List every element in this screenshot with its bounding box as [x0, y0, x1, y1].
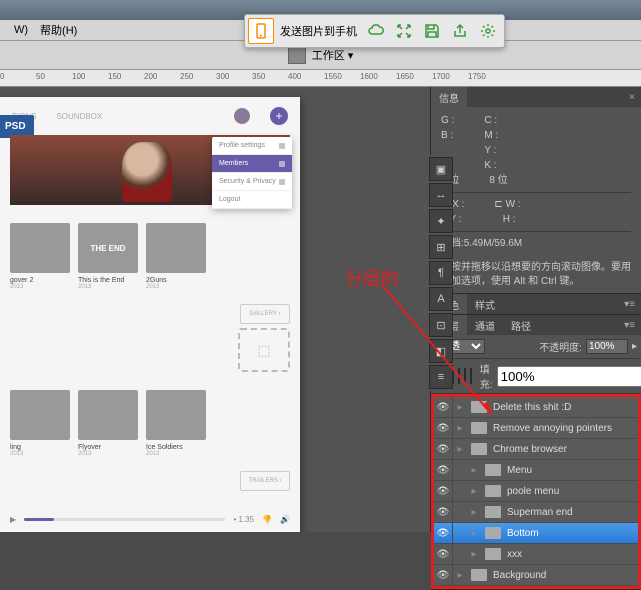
player-time: • 1.35: [233, 515, 254, 524]
avatar: [234, 108, 250, 124]
nav-item: SOUNDBOX: [56, 112, 102, 121]
folder-icon: [485, 527, 501, 539]
folder-icon: [485, 548, 501, 560]
movie-card: gover 22013: [10, 223, 70, 290]
info-bits2: 8 位: [489, 173, 507, 188]
color-panel: 颜色 样式 ▾≡: [431, 294, 641, 315]
layer-row[interactable]: 👁▸xxx: [434, 544, 638, 565]
dropdown-item: Members: [212, 155, 292, 173]
visibility-icon[interactable]: 👁: [434, 502, 453, 522]
fill-label: 填充:: [480, 361, 493, 391]
layers-list[interactable]: 👁▸Delete this shit :D👁▸Remove annoying p…: [431, 394, 641, 589]
folder-icon: [471, 569, 487, 581]
ruler-horizontal: 0501001502002503003504001550160016501700…: [0, 70, 641, 87]
tool-icon[interactable]: ↔: [429, 183, 453, 207]
opacity-input[interactable]: [586, 339, 628, 354]
tool-icon[interactable]: ✦: [429, 209, 453, 233]
layer-row[interactable]: 👁▸Menu: [434, 460, 638, 481]
trailers-button: TRAILERS ›: [240, 471, 290, 491]
panel-close-icon[interactable]: ×: [623, 92, 641, 103]
floating-toolbar[interactable]: 发送图片到手机: [244, 14, 505, 48]
visibility-icon[interactable]: 👁: [434, 397, 453, 417]
send-to-phone-label[interactable]: 发送图片到手机: [276, 23, 361, 39]
folder-icon: [485, 464, 501, 476]
lock-all-icon[interactable]: [470, 368, 472, 384]
visibility-icon[interactable]: 👁: [434, 460, 453, 480]
gear-icon[interactable]: [475, 18, 501, 44]
workspace-label[interactable]: 工作区 ▾: [312, 47, 354, 63]
menu-w[interactable]: W): [8, 24, 34, 36]
movie-card: Ice Soldiers2013: [146, 390, 206, 457]
plus-button: +: [270, 107, 288, 125]
annotation-text: 分层的: [345, 265, 399, 291]
main-area: PSD TIONS SOUNDBOX + Profile settingsMem…: [0, 87, 641, 532]
folder-icon: [471, 422, 487, 434]
lock-pos-icon[interactable]: [464, 368, 466, 384]
dropdown-item: Security & Privacy: [212, 173, 292, 191]
save-icon[interactable]: [419, 18, 445, 44]
movie-card: THE ENDThis is the End2013: [78, 223, 138, 290]
lock-pixel-icon[interactable]: [458, 368, 460, 384]
visibility-icon[interactable]: 👁: [434, 565, 453, 585]
tool-icon[interactable]: ⊞: [429, 235, 453, 259]
psd-document: PSD TIONS SOUNDBOX + Profile settingsMem…: [0, 97, 300, 532]
info-doc-size: 文档:5.49M/59.6M: [441, 231, 631, 251]
tool-icon[interactable]: ◧: [429, 339, 453, 363]
mock-nav: TIONS SOUNDBOX +: [0, 97, 300, 135]
tool-icon[interactable]: A: [429, 287, 453, 311]
canvas[interactable]: PSD TIONS SOUNDBOX + Profile settingsMem…: [0, 87, 430, 532]
visibility-icon[interactable]: 👁: [434, 544, 453, 564]
layer-row[interactable]: 👁▸Background: [434, 565, 638, 586]
tab-paths[interactable]: 路径: [503, 315, 539, 335]
tool-icon[interactable]: ⊡: [429, 313, 453, 337]
cloud-icon[interactable]: [363, 18, 389, 44]
visibility-icon[interactable]: 👁: [434, 481, 453, 501]
profile-dropdown: Profile settingsMembersSecurity & Privac…: [212, 137, 292, 209]
movie-card: ling2013: [10, 390, 70, 457]
expand-icon[interactable]: [391, 18, 417, 44]
tab-channels[interactable]: 通道: [467, 315, 503, 335]
info-panel: 信息 × G :B :C :M :Y :K : 8 位8 位 ✛ X : Y :…: [431, 87, 641, 294]
folder-icon: [485, 485, 501, 497]
movie-grid: gover 22013THE ENDThis is the End20132Gu…: [0, 213, 300, 300]
dropdown-item: Logout: [212, 191, 292, 209]
info-help-text: 点按并拖移以沿想要的方向滚动图像。要用附加选项，使用 Alt 和 Ctrl 键。: [431, 257, 641, 293]
tool-icon[interactable]: ≡: [429, 365, 453, 389]
visibility-icon[interactable]: 👁: [434, 523, 453, 543]
drop-zone: ⬚: [238, 328, 290, 372]
visibility-icon[interactable]: 👁: [434, 418, 453, 438]
layer-row[interactable]: 👁▸Bottom: [434, 523, 638, 544]
canvas-wrap: PSD TIONS SOUNDBOX + Profile settingsMem…: [0, 87, 430, 532]
opacity-label: 不透明度:: [539, 339, 582, 354]
tab-styles[interactable]: 样式: [467, 294, 503, 314]
menu-help[interactable]: 帮助(H): [34, 22, 83, 38]
layers-panel: 图层 通道 路径 ▾≡ 穿透 不透明度: ▸ 锁定: 填充:: [431, 315, 641, 590]
right-panels: 信息 × G :B :C :M :Y :K : 8 位8 位 ✛ X : Y :…: [430, 87, 641, 532]
folder-icon: [471, 443, 487, 455]
panel-menu-icon[interactable]: ▾≡: [618, 320, 641, 331]
folder-icon: [485, 506, 501, 518]
dropdown-item: Profile settings: [212, 137, 292, 155]
visibility-icon[interactable]: 👁: [434, 439, 453, 459]
movie-card: 2Guns2013: [146, 223, 206, 290]
audio-player: ▶• 1.35👎🔊: [10, 509, 290, 529]
layer-row[interactable]: 👁▸Chrome browser: [434, 439, 638, 460]
tool-icon[interactable]: ¶: [429, 261, 453, 285]
fill-input[interactable]: [497, 366, 641, 387]
movie-card: Flyover2013: [78, 390, 138, 457]
tool-icon[interactable]: ▣: [429, 157, 453, 181]
layer-row[interactable]: 👁▸Remove annoying pointers: [434, 418, 638, 439]
panel-menu-icon[interactable]: ▾≡: [618, 299, 641, 310]
layer-row[interactable]: 👁▸Delete this shit :D: [434, 397, 638, 418]
gallery-button: GALLERY ›: [240, 304, 290, 324]
workspace-icon[interactable]: [288, 46, 306, 64]
tab-info[interactable]: 信息: [431, 87, 467, 107]
layer-row[interactable]: 👁▸poole menu: [434, 481, 638, 502]
share-icon[interactable]: [447, 18, 473, 44]
movie-grid-2: ling2013Flyover2013Ice Soldiers2013: [0, 380, 300, 467]
send-to-phone-icon[interactable]: [248, 18, 274, 44]
folder-icon: [471, 401, 487, 413]
mini-tools: ▣ ↔ ✦ ⊞ ¶ A ⊡ ◧ ≡: [427, 155, 453, 391]
